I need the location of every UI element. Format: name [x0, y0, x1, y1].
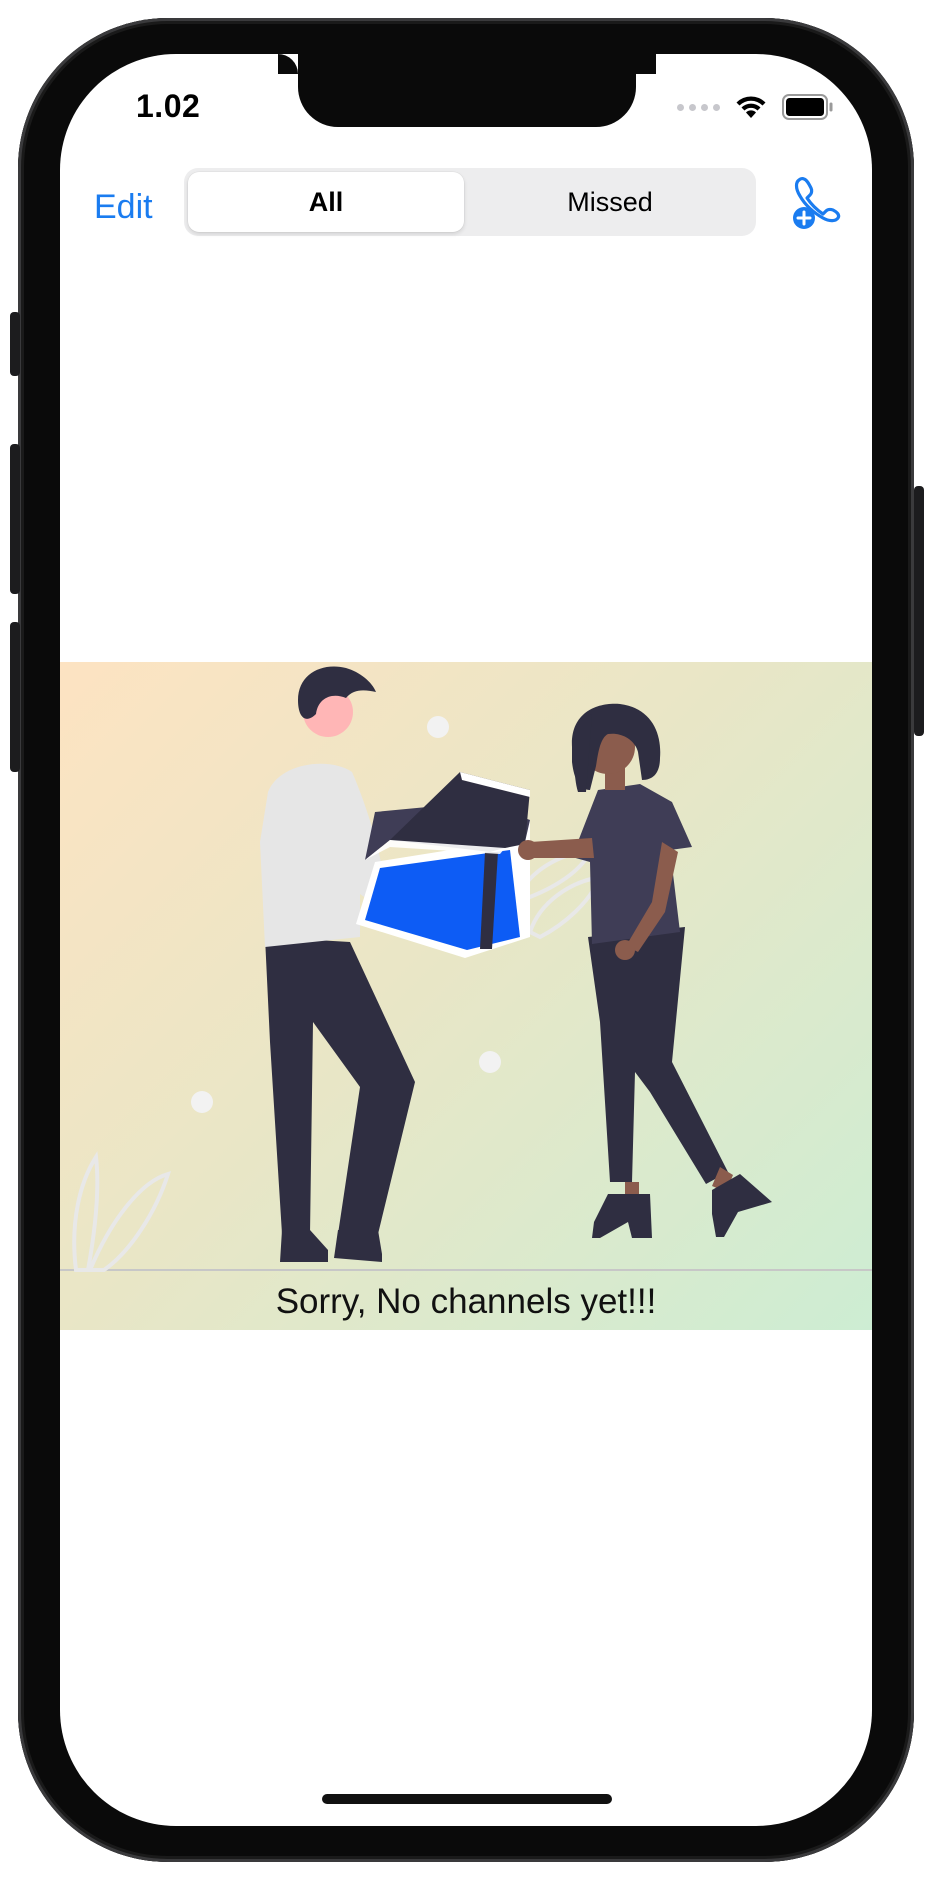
screen: 1.02 Edit All Missed Sorry, No channels …: [60, 54, 872, 1826]
navigation-bar: Edit All Missed: [60, 168, 872, 238]
mute-switch: [10, 312, 20, 376]
add-call-icon[interactable]: [790, 176, 842, 235]
edit-button[interactable]: Edit: [94, 188, 153, 227]
power-button: [914, 486, 924, 736]
call-filter-segmented-control: All Missed: [184, 168, 756, 236]
status-time: 1.02: [136, 88, 201, 124]
empty-state-message: Sorry, No channels yet!!!: [275, 1282, 657, 1321]
notch: [278, 54, 656, 127]
volume-up-button: [10, 444, 20, 594]
empty-state-panel: Sorry, No channels yet!!!: [60, 662, 872, 1330]
volume-down-button: [10, 622, 20, 772]
home-indicator[interactable]: [322, 1794, 612, 1804]
segment-missed[interactable]: Missed: [466, 172, 754, 232]
status-icons: [677, 92, 834, 122]
segment-all[interactable]: All: [188, 172, 464, 232]
cellular-dots-icon: [677, 103, 720, 111]
two-people-gift-illustration: [60, 666, 872, 1272]
battery-icon: [782, 94, 834, 120]
wifi-icon: [734, 94, 768, 120]
